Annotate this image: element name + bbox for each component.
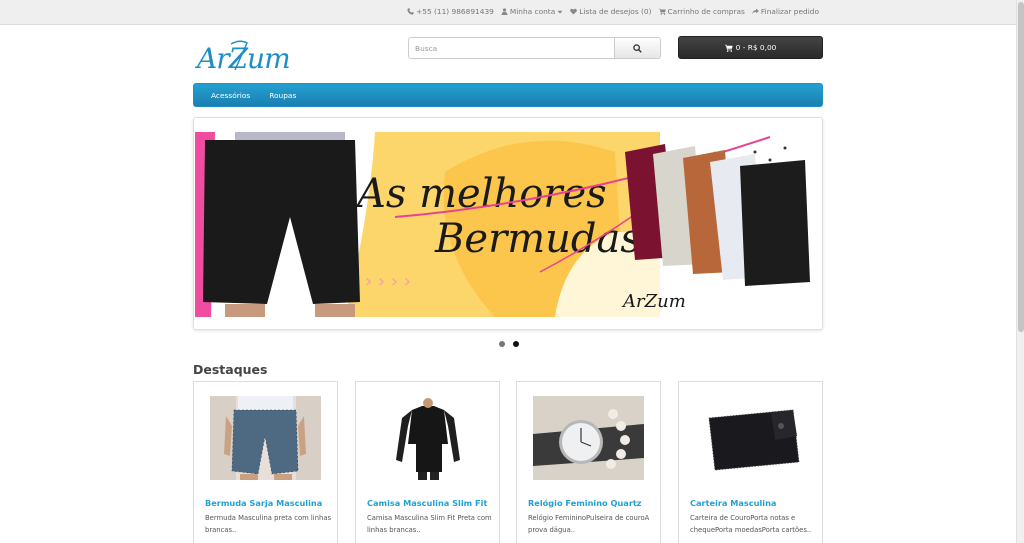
menu-item-acessorios[interactable]: Acessórios — [211, 91, 250, 100]
cart-total-button[interactable]: 0 - R$ 0,00 — [678, 36, 823, 59]
wishlist-link[interactable]: Lista de desejos (0) — [570, 7, 652, 16]
category-menu: Acessórios Roupas — [193, 83, 823, 107]
svg-text:› › › ›: › › › › — [365, 271, 411, 292]
phone-icon — [407, 8, 414, 15]
arzum-logo: ArZum — [194, 40, 291, 75]
phone-link[interactable]: +55 (11) 986891439 — [407, 7, 494, 16]
product-image[interactable] — [533, 396, 644, 480]
cart-label: Carrinho de compras — [667, 7, 745, 16]
product-card: Relógio Feminino Quartz Relógio Feminino… — [516, 381, 661, 543]
search-icon — [633, 43, 642, 53]
slide-dot-1[interactable] — [499, 341, 505, 347]
slide-dot-2[interactable] — [513, 341, 519, 347]
banner-headline-2: Bermudas — [434, 216, 641, 262]
product-name[interactable]: Camisa Masculina Slim Fit — [367, 498, 497, 508]
checkout-label: Finalizar pedido — [760, 7, 819, 16]
product-name[interactable]: Relógio Feminino Quartz — [528, 498, 658, 508]
slideshow-pagination — [499, 341, 519, 347]
svg-text:ArZum: ArZum — [195, 42, 290, 75]
shopping-cart-icon — [724, 44, 733, 52]
user-icon — [501, 8, 508, 15]
page-scrollbar[interactable] — [1016, 0, 1024, 543]
camisa-image — [372, 396, 483, 480]
wishlist-label: Lista de desejos (0) — [579, 7, 652, 16]
product-name[interactable]: Carteira Masculina — [690, 498, 820, 508]
product-description: Bermuda Masculina preta com linhas branc… — [205, 514, 332, 534]
relogio-image — [533, 396, 644, 480]
product-card: Bermuda Sarja Masculina Bermuda Masculin… — [193, 381, 338, 543]
featured-title: Destaques — [193, 362, 268, 377]
product-image[interactable] — [372, 396, 483, 480]
banner-brand: ArZum — [621, 291, 686, 312]
checkout-link[interactable]: Finalizar pedido — [752, 7, 819, 16]
product-image[interactable] — [210, 396, 321, 480]
phone-number: +55 (11) 986891439 — [416, 7, 494, 16]
product-card: Carteira Masculina Carteira de CouroPort… — [678, 381, 823, 543]
search-input[interactable] — [408, 37, 614, 59]
cart-link[interactable]: Carrinho de compras — [658, 7, 745, 16]
bermudas-banner-image: As melhores Bermudas › › › › ArZum — [195, 132, 822, 317]
search-bar — [408, 37, 661, 59]
product-image[interactable] — [695, 396, 806, 480]
store-logo[interactable]: ArZum — [194, 36, 305, 76]
product-card: Camisa Masculina Slim Fit Camisa Masculi… — [355, 381, 500, 543]
menu-item-roupas[interactable]: Roupas — [269, 91, 296, 100]
product-description: Camisa Masculina Slim Fit Preta com linh… — [367, 514, 492, 534]
product-description: Carteira de CouroPorta notas e chequePor… — [690, 514, 812, 534]
account-label: Minha conta — [509, 7, 556, 16]
bermuda-image — [210, 396, 321, 480]
banner-headline-1: As melhores — [353, 171, 607, 217]
product-description: Relógio FemininoPulseira de couroA prova… — [528, 514, 650, 534]
top-bar: +55 (11) 986891439 Minha conta Lista de … — [0, 0, 1016, 25]
banner-slideshow[interactable]: As melhores Bermudas › › › › ArZum — [193, 117, 823, 330]
scrollbar-thumb[interactable] — [1018, 2, 1024, 332]
product-name[interactable]: Bermuda Sarja Masculina — [205, 498, 335, 508]
shopping-cart-icon — [658, 8, 666, 15]
caret-down-icon — [557, 10, 563, 14]
search-button[interactable] — [614, 37, 661, 59]
top-links: +55 (11) 986891439 Minha conta Lista de … — [407, 7, 819, 16]
share-arrow-icon — [752, 8, 759, 15]
account-dropdown[interactable]: Minha conta — [501, 7, 563, 16]
heart-icon — [570, 8, 578, 15]
carteira-image — [695, 396, 806, 480]
banner-slide[interactable]: As melhores Bermudas › › › › ArZum — [195, 132, 822, 317]
cart-total-label: 0 - R$ 0,00 — [735, 43, 777, 52]
